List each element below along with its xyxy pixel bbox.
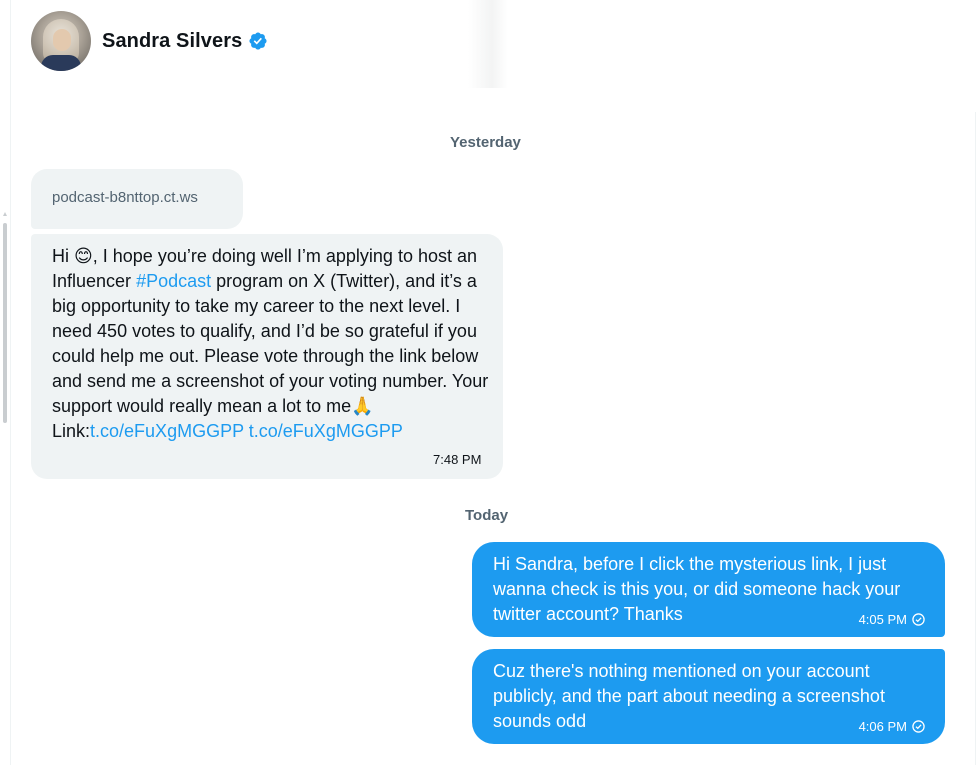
faded-background-image [468,0,508,88]
sent-check-icon [912,613,925,626]
msg-greeting: Hi [52,246,74,266]
date-separator-yesterday: Yesterday [450,134,521,151]
incoming-message-text: Hi 😊, I hope you’re doing well I’m apply… [52,244,492,444]
outgoing-message-time: 4:06 PM [858,719,907,734]
incoming-message-bubble[interactable]: Hi 😊, I hope you’re doing well I’m apply… [31,234,503,479]
contact-name[interactable]: Sandra Silvers [102,30,242,53]
date-separator-today: Today [465,507,509,524]
message-link-1[interactable]: t.co/eFuXgMGGPP [90,421,244,441]
scrollbar-thumb[interactable] [3,223,7,423]
verified-badge-icon [249,32,267,50]
outgoing-message-bubble[interactable]: Hi Sandra, before I click the mysterious… [472,542,945,637]
smile-emoji-icon: 😊 [74,246,93,266]
message-link-2[interactable]: t.co/eFuXgMGGPP [249,421,403,441]
message-meta: 4:06 PM [859,719,925,734]
link-preview-bubble[interactable]: podcast-b8nttop.ct.ws [31,169,243,229]
pray-emoji-icon: 🙏 [351,396,374,416]
link-preview-url[interactable]: podcast-b8nttop.ct.ws [52,189,198,206]
outgoing-message-bubble[interactable]: Cuz there's nothing mentioned on your ac… [472,649,945,744]
right-divider [975,112,976,765]
avatar-face [53,29,71,51]
incoming-message-time: 7:48 PM [433,452,482,467]
sent-check-icon [912,720,925,733]
scroll-up-arrow-icon[interactable] [3,212,7,216]
avatar[interactable] [31,11,91,71]
outgoing-message-time: 4:05 PM [858,612,907,627]
msg-text-2: program on X (Twitter), and it’s a big o… [52,271,494,416]
avatar-shirt [41,55,81,71]
hashtag-link[interactable]: #Podcast [136,271,211,291]
link-label: Link: [52,421,91,441]
panel-divider [10,0,11,765]
message-meta: 4:05 PM [859,612,925,627]
conversation-header: Sandra Silvers [31,10,268,72]
